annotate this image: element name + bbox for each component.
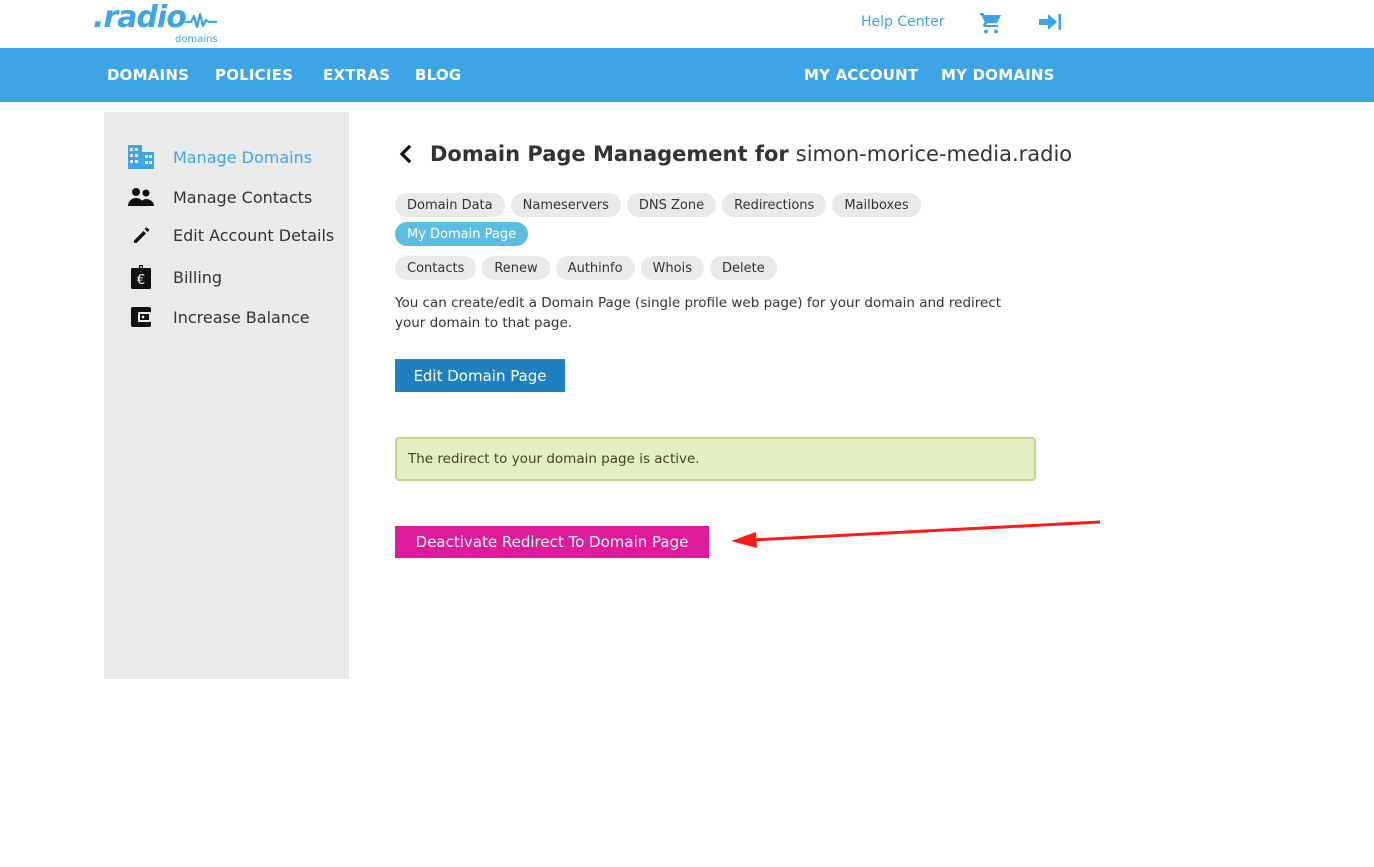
tab-renew[interactable]: Renew (482, 256, 550, 280)
nav-my-domains[interactable]: MY DOMAINS (941, 66, 1055, 84)
svg-text:€: € (137, 273, 145, 288)
alert-text: The redirect to your domain page is acti… (408, 451, 700, 467)
annotation-arrow-icon (731, 520, 1101, 548)
sidebar-item-edit-account-details[interactable]: Edit Account Details (128, 222, 334, 248)
tab-my-domain-page[interactable]: My Domain Page (395, 222, 529, 246)
sidebar-item-manage-contacts[interactable]: Manage Contacts (128, 184, 312, 210)
main-nav: DOMAINS POLICIES EXTRAS BLOG MY ACCOUNT … (0, 48, 1374, 102)
sidebar-item-manage-domains[interactable]: Manage Domains (128, 144, 312, 170)
cart-icon[interactable] (979, 11, 1003, 35)
sidebar-item-label: Manage Contacts (173, 187, 313, 207)
top-bar: .radio domains Help Center (0, 0, 1374, 48)
sound-wave-icon (185, 12, 217, 29)
logo[interactable]: .radio domains (93, 0, 223, 46)
sidebar-item-label: Manage Domains (173, 147, 313, 167)
page-title: Domain Page Management for simon-morice-… (396, 142, 1072, 166)
logo-wordmark: .radio (93, 0, 187, 35)
sidebar-item-label: Edit Account Details (173, 225, 335, 245)
nav-domains[interactable]: DOMAINS (107, 66, 189, 84)
redirect-status-alert: The redirect to your domain page is acti… (395, 437, 1036, 481)
logo-subtitle: domains (175, 34, 218, 45)
nav-my-account[interactable]: MY ACCOUNT (804, 66, 918, 84)
page-title-prefix: Domain Page Management for (430, 142, 789, 166)
tab-domain-data[interactable]: Domain Data (395, 193, 505, 217)
account-sidebar: Manage Domains Manage Contacts Edit Acco… (104, 112, 349, 679)
tab-dns-zone[interactable]: DNS Zone (626, 193, 717, 217)
help-center-link[interactable]: Help Center (861, 14, 945, 30)
tab-delete[interactable]: Delete (709, 256, 777, 280)
nav-blog[interactable]: BLOG (415, 66, 461, 84)
page-title-domain: simon-morice-media.radio (795, 142, 1073, 166)
wallet-icon (128, 305, 154, 329)
login-icon[interactable] (1038, 11, 1062, 33)
edit-domain-page-button[interactable]: Edit Domain Page (395, 359, 565, 392)
sidebar-item-label: Billing (173, 267, 223, 287)
nav-policies[interactable]: POLICIES (215, 66, 293, 84)
tab-whois[interactable]: Whois (640, 256, 704, 280)
sidebar-item-billing[interactable]: € Billing (128, 264, 222, 290)
tab-contacts[interactable]: Contacts (395, 256, 477, 280)
domain-tabs: Domain Data Nameservers DNS Zone Redirec… (395, 193, 1045, 280)
tab-mailboxes[interactable]: Mailboxes (832, 193, 921, 217)
deactivate-redirect-button[interactable]: Deactivate Redirect To Domain Page (395, 526, 709, 558)
domain-page-description: You can create/edit a Domain Page (singl… (395, 295, 1002, 331)
pencil-icon (128, 223, 154, 247)
euro-clipboard-icon: € (128, 265, 154, 289)
sidebar-item-increase-balance[interactable]: Increase Balance (128, 304, 310, 330)
sidebar-item-label: Increase Balance (173, 307, 310, 327)
people-icon (128, 185, 154, 209)
tab-redirections[interactable]: Redirections (722, 193, 827, 217)
tab-authinfo[interactable]: Authinfo (555, 256, 635, 280)
chevron-left-icon[interactable] (396, 142, 416, 166)
nav-extras[interactable]: EXTRAS (323, 66, 390, 84)
tab-nameservers[interactable]: Nameservers (510, 193, 621, 217)
building-icon (128, 145, 154, 169)
